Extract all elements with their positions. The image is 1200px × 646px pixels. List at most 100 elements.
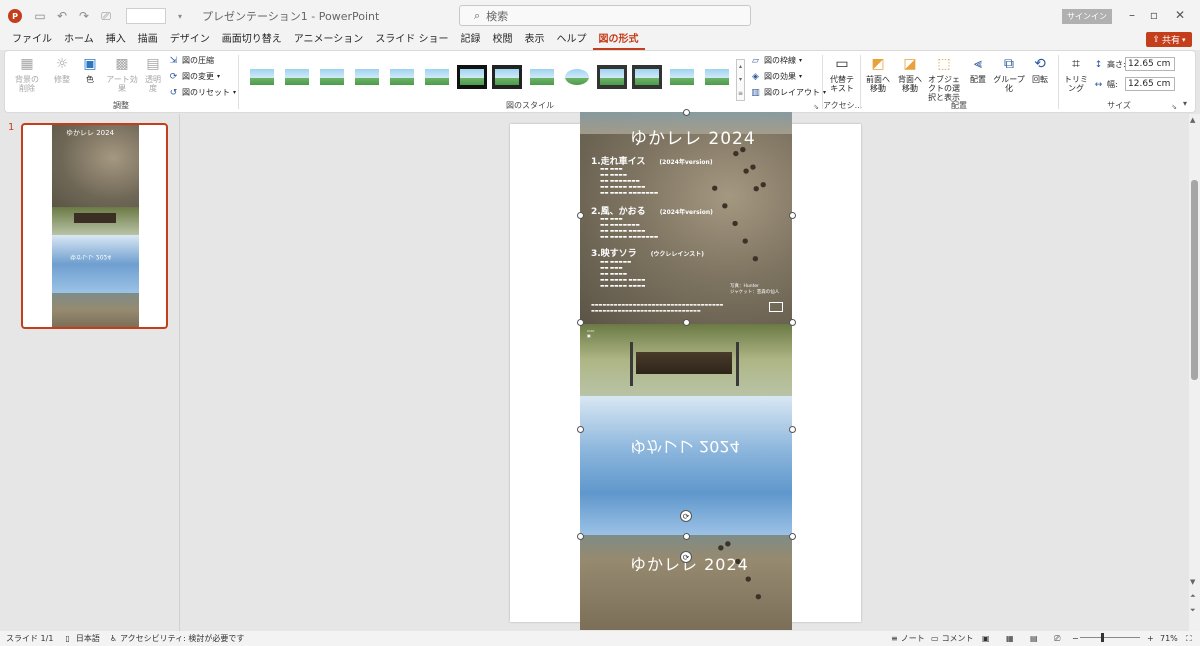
tab-record[interactable]: 記録 <box>455 32 487 50</box>
width-input[interactable]: 12.65 cm <box>1125 77 1175 91</box>
style-thumb[interactable] <box>422 65 452 89</box>
corrections-button[interactable]: ☼ 修整 <box>49 55 75 85</box>
vertical-scrollbar[interactable]: ▲ ▼ ⏶ ⏷ <box>1189 114 1200 631</box>
selection-pane-button[interactable]: ⬚ オブジェクトの選択と表示 <box>925 55 963 103</box>
alt-text-button[interactable]: ▭ 代替テキスト <box>827 55 857 94</box>
compress-pictures-button[interactable]: ⇲ 図の圧縮 <box>168 55 214 66</box>
tab-slideshow[interactable]: スライド ショー <box>369 32 454 50</box>
fit-to-window-icon[interactable]: ⛶ <box>1186 634 1192 644</box>
zoom-slider-knob[interactable] <box>1101 633 1104 642</box>
transparency-button[interactable]: ▤ 透明度 <box>141 55 165 94</box>
redo-icon[interactable]: ↷ <box>76 9 92 23</box>
reset-picture-button[interactable]: ↺ 図のリセット ▾ <box>168 87 236 98</box>
resize-handle[interactable] <box>577 533 584 540</box>
dialog-launcher-icon[interactable]: ⇘ <box>1171 103 1177 111</box>
slide-thumbnail[interactable]: ゆかレレ 2024 ゆかレレ 2024 <box>21 123 168 329</box>
color-button[interactable]: ▣ 色 <box>77 55 103 85</box>
picture-border-button[interactable]: ▱ 図の枠線 ▾ <box>750 55 802 66</box>
style-thumb[interactable] <box>597 65 627 89</box>
height-input[interactable]: 12.65 cm <box>1125 57 1175 71</box>
normal-view-icon[interactable]: ▣ <box>982 634 990 643</box>
style-thumb[interactable] <box>247 65 277 89</box>
zoom-slider[interactable] <box>1080 637 1140 638</box>
comments-button[interactable]: ▭ コメント <box>931 633 974 644</box>
search-box[interactable]: ⌕ 検索 <box>459 5 751 26</box>
send-backward-button[interactable]: ◪ 背面へ移動 <box>895 55 925 94</box>
dialog-launcher-icon[interactable]: ⇘ <box>813 103 819 111</box>
gallery-scrollbar[interactable]: ▴ ▾ ≡ <box>736 59 745 101</box>
share-button[interactable]: ⇪ 共有 ▾ <box>1146 32 1192 47</box>
chevron-up-icon[interactable]: ▴ <box>739 63 742 70</box>
scrollbar-thumb[interactable] <box>1191 180 1198 380</box>
tab-insert[interactable]: 挿入 <box>100 32 132 50</box>
change-picture-button[interactable]: ⟳ 図の変更 ▾ <box>168 71 220 82</box>
rotate-handle-icon[interactable]: ⟳ <box>680 551 692 563</box>
scroll-up-icon[interactable]: ▲ <box>1190 116 1195 124</box>
next-slide-icon[interactable]: ⏷ <box>1190 606 1196 615</box>
style-thumb[interactable] <box>282 65 312 89</box>
resize-handle[interactable] <box>789 533 796 540</box>
tab-file[interactable]: ファイル <box>6 32 58 50</box>
style-thumb[interactable] <box>352 65 382 89</box>
tab-animations[interactable]: アニメーション <box>288 32 370 50</box>
customize-qat-icon[interactable]: ▾ <box>172 12 188 21</box>
tab-transitions[interactable]: 画面切り替え <box>216 32 288 50</box>
style-thumb[interactable] <box>387 65 417 89</box>
zoom-out-icon[interactable]: − <box>1072 634 1079 643</box>
artistic-effects-button[interactable]: ▩ アート効果 <box>105 55 139 94</box>
collapse-ribbon-icon[interactable]: ▾ <box>1183 99 1187 108</box>
more-icon[interactable]: ≡ <box>738 90 743 97</box>
resize-handle[interactable] <box>789 212 796 219</box>
bring-forward-button[interactable]: ◩ 前面へ移動 <box>863 55 893 94</box>
save-icon[interactable]: ▭ <box>32 9 48 23</box>
tab-view[interactable]: 表示 <box>519 32 551 50</box>
tab-help[interactable]: ヘルプ <box>551 32 593 50</box>
crop-button[interactable]: ⌗ トリミング <box>1061 55 1091 94</box>
undo-icon[interactable]: ↶ <box>54 9 70 23</box>
remove-background-button[interactable]: ▦ 背景の削除 <box>9 55 45 94</box>
style-thumb[interactable] <box>317 65 347 89</box>
style-thumb[interactable] <box>562 65 592 89</box>
chevron-down-icon[interactable]: ▾ <box>739 76 742 83</box>
style-thumb[interactable] <box>492 65 522 89</box>
tab-design[interactable]: デザイン <box>164 32 216 50</box>
align-button[interactable]: ⫷ 配置 <box>965 55 991 85</box>
scroll-down-icon[interactable]: ▼ <box>1190 578 1195 586</box>
tab-draw[interactable]: 描画 <box>132 32 164 50</box>
resize-handle[interactable] <box>577 426 584 433</box>
picture-effects-button[interactable]: ◈ 図の効果 ▾ <box>750 71 802 82</box>
tab-review[interactable]: 校閲 <box>487 32 519 50</box>
reading-view-icon[interactable]: ▤ <box>1030 634 1038 643</box>
picture-layout-button[interactable]: ▥ 図のレイアウト ▾ <box>750 87 826 98</box>
language-status[interactable]: 日本語 <box>76 633 100 644</box>
font-size-box[interactable] <box>126 8 166 24</box>
zoom-level[interactable]: 71% <box>1160 634 1178 643</box>
resize-handle[interactable] <box>789 426 796 433</box>
group-button[interactable]: ⧉ グループ化 <box>993 55 1025 94</box>
notes-button[interactable]: ≡ ノート <box>891 633 925 644</box>
resize-handle[interactable] <box>683 533 690 540</box>
resize-handle[interactable] <box>577 212 584 219</box>
zoom-in-icon[interactable]: + <box>1147 634 1154 643</box>
accessibility-status[interactable]: ♿ アクセシビリティ: 検討が必要です <box>110 633 245 644</box>
rotate-handle-icon[interactable]: ⟳ <box>680 510 692 522</box>
style-thumb[interactable] <box>667 65 697 89</box>
presentation-icon[interactable]: ⎚ <box>98 9 114 24</box>
resize-handle[interactable] <box>577 319 584 326</box>
spelling-icon[interactable]: ▯ <box>65 634 69 643</box>
previous-slide-icon[interactable]: ⏶ <box>1190 592 1196 601</box>
close-icon[interactable]: ✕ <box>1172 8 1188 22</box>
tab-picture-format[interactable]: 図の形式 <box>592 32 645 50</box>
style-thumb[interactable] <box>632 65 662 89</box>
signin-button[interactable]: サインイン <box>1062 9 1112 24</box>
rotate-button[interactable]: ⟲ 回転 <box>1027 55 1053 85</box>
resize-handle[interactable] <box>789 319 796 326</box>
style-thumb[interactable] <box>702 65 732 89</box>
tab-home[interactable]: ホーム <box>58 32 100 50</box>
slide-sorter-icon[interactable]: ▦ <box>1006 634 1014 643</box>
style-thumb[interactable] <box>527 65 557 89</box>
slideshow-icon[interactable]: ⎚ <box>1054 634 1060 644</box>
style-thumb[interactable] <box>457 65 487 89</box>
restore-icon[interactable]: ▫ <box>1146 8 1162 22</box>
resize-handle[interactable] <box>683 319 690 326</box>
